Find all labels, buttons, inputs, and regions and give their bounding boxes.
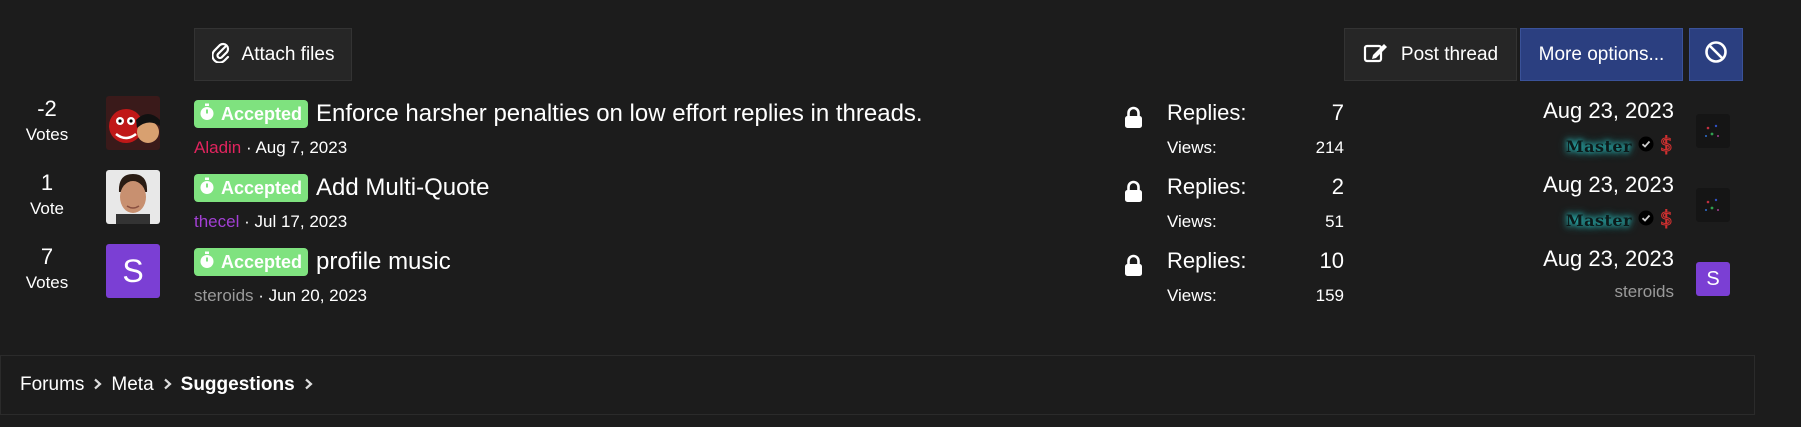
last-poster-avatar[interactable] [1696,114,1730,148]
accepted-badge: Accepted [194,248,309,276]
author-link[interactable]: thecel [194,212,239,231]
edit-icon [1363,41,1389,69]
last-poster-avatar[interactable]: S [1696,262,1730,296]
breadcrumb-meta[interactable]: Meta [111,374,153,396]
stopwatch-icon [199,103,215,126]
vote-number: -2 [37,96,57,121]
badge-label: Accepted [221,177,303,198]
thread-date-link[interactable]: Aug 7, 2023 [255,138,347,157]
badge-label: Accepted [221,103,303,124]
vote-number: 1 [40,170,54,195]
replies-count: 2 [1331,174,1344,199]
more-options-button[interactable]: More options... [1520,28,1683,81]
last-post-date-link[interactable]: Aug 23, 2023 [1543,172,1674,198]
dollar-icon: $ [1659,205,1674,235]
chevron-right-icon [93,377,103,393]
thread-title-link[interactable]: profile music [316,248,451,276]
vote-label: Vote [29,199,65,218]
separator: · [244,212,250,231]
thread-title-link[interactable]: Add Multi-Quote [316,174,489,202]
last-post-date-link[interactable]: Aug 23, 2023 [1543,98,1674,124]
thread-row: 7 Votes S Accepted profile music steroid… [0,244,1801,318]
stopwatch-icon [199,177,215,200]
separator: · [258,286,264,305]
vote-count: 1 Vote [0,170,94,220]
accepted-badge: Accepted [194,100,309,128]
chevron-right-icon [304,377,313,393]
ignore-button[interactable] [1689,28,1743,81]
views-count: 214 [1315,138,1344,157]
vote-label: Votes [25,273,69,292]
author-link[interactable]: Aladin [194,138,241,157]
lock-icon [1124,254,1143,281]
breadcrumb-forums[interactable]: Forums [20,374,84,396]
vote-count: -2 Votes [0,96,94,146]
avatar[interactable] [106,170,160,224]
check-badge-icon [1638,210,1654,231]
vote-count: 7 Votes [0,244,94,294]
check-badge-icon [1638,136,1654,157]
separator: · [246,138,252,157]
avatar-letter: S [122,252,144,289]
svg-text:$: $ [1660,206,1673,230]
paperclip-icon [210,41,230,69]
ban-icon [1704,40,1728,70]
dollar-icon: $ [1659,131,1674,161]
author-link[interactable]: steroids [194,286,254,305]
last-poster-link[interactable]: Master [1566,137,1632,156]
views-label: Views: [1167,286,1217,305]
views-label: Views: [1167,212,1217,231]
attach-files-label: Attach files [241,43,335,65]
last-poster-link[interactable]: Master [1566,211,1632,230]
views-count: 51 [1325,212,1344,231]
chevron-right-icon [163,377,172,393]
thread-row: 1 Vote Accepted Add Multi-Quote thecel ·… [0,170,1801,244]
lock-icon [1124,180,1143,207]
svg-text:$: $ [1660,132,1673,156]
last-poster-link[interactable]: steroids [1614,282,1674,302]
breadcrumb: Forums Meta Suggestions [0,355,1755,415]
avatar[interactable]: S [106,244,160,298]
accepted-badge: Accepted [194,174,309,202]
thread-row: -2 Votes Accepted Enforce harsher penalt… [0,96,1801,170]
replies-label: Replies: [1167,248,1247,273]
lock-icon [1124,106,1143,133]
vote-number: 7 [40,244,54,269]
replies-label: Replies: [1167,174,1247,199]
avatar[interactable] [106,96,160,150]
views-count: 159 [1315,286,1344,305]
badge-label: Accepted [221,251,303,272]
last-post-date-link[interactable]: Aug 23, 2023 [1543,246,1674,272]
more-options-label: More options... [1538,43,1665,65]
thread-date-link[interactable]: Jun 20, 2023 [269,286,367,305]
views-label: Views: [1167,138,1217,157]
thread-date-link[interactable]: Jul 17, 2023 [255,212,348,231]
post-thread-button[interactable]: Post thread [1344,28,1517,81]
last-poster-avatar[interactable] [1696,188,1730,222]
vote-label: Votes [25,125,69,144]
breadcrumb-suggestions[interactable]: Suggestions [181,374,295,396]
thread-title-link[interactable]: Enforce harsher penalties on low effort … [316,100,923,128]
avatar-letter: S [1706,267,1720,290]
replies-label: Replies: [1167,100,1247,125]
stopwatch-icon [199,251,215,274]
replies-count: 10 [1319,248,1344,273]
attach-files-button[interactable]: Attach files [194,28,352,81]
post-thread-label: Post thread [1400,43,1499,65]
replies-count: 7 [1331,100,1344,125]
